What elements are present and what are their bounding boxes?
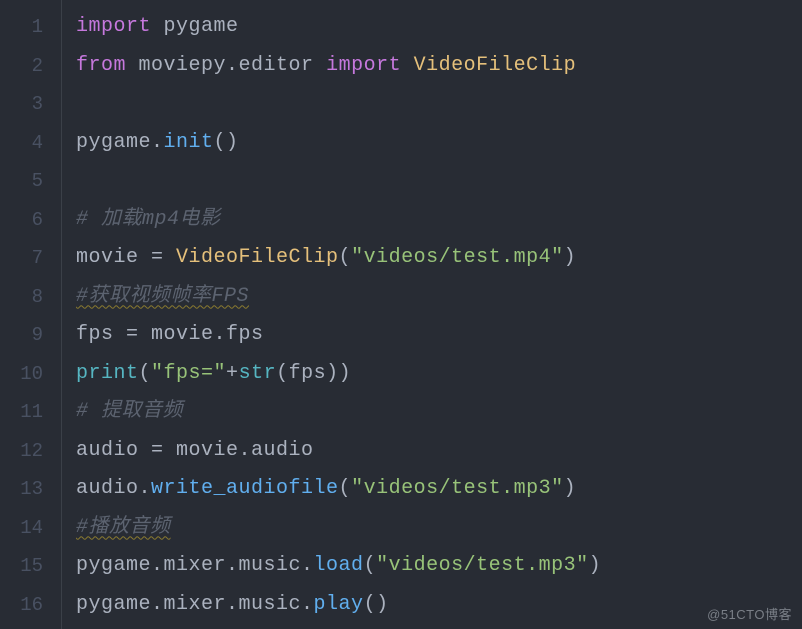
line-number: 5 [0, 162, 61, 201]
line-number: 15 [0, 547, 61, 586]
code-line[interactable]: movie = VideoFileClip("videos/test.mp4") [76, 239, 802, 278]
code-token [126, 54, 139, 77]
code-token: + [226, 362, 239, 385]
code-token: moviepy.editor [139, 54, 314, 77]
code-token: # 提取音频 [76, 400, 183, 423]
code-token: movie = [76, 246, 176, 269]
code-token: ( [139, 362, 152, 385]
code-token: pygame [164, 15, 239, 38]
line-number: 13 [0, 470, 61, 509]
code-area[interactable]: import pygamefrom moviepy.editor import … [62, 0, 802, 629]
code-line[interactable]: audio.write_audiofile("videos/test.mp3") [76, 470, 802, 509]
code-token: str [239, 362, 277, 385]
line-number: 9 [0, 316, 61, 355]
code-token: write_audiofile [151, 477, 339, 500]
code-line[interactable] [76, 162, 802, 201]
line-number: 10 [0, 355, 61, 394]
code-token: "fps=" [151, 362, 226, 385]
code-token: from [76, 54, 126, 77]
code-line[interactable]: pygame.mixer.music.play() [76, 586, 802, 625]
code-token: pygame.mixer.music. [76, 593, 314, 616]
code-token: VideoFileClip [414, 54, 577, 77]
line-number: 1 [0, 8, 61, 47]
code-token: "videos/test.mp4" [351, 246, 564, 269]
line-number: 2 [0, 47, 61, 86]
code-token: play [314, 593, 364, 616]
code-token: pygame. [76, 131, 164, 154]
code-token: pygame.mixer.music. [76, 554, 314, 577]
code-token: VideoFileClip [176, 246, 339, 269]
code-line[interactable]: pygame.mixer.music.load("videos/test.mp3… [76, 547, 802, 586]
line-number: 4 [0, 124, 61, 163]
code-token: "videos/test.mp3" [351, 477, 564, 500]
code-token: ) [564, 477, 577, 500]
code-token: ( [339, 246, 352, 269]
code-token: #获取视频帧率FPS [76, 285, 249, 308]
line-number-gutter: 12345678910111213141516 [0, 0, 62, 629]
code-token: #播放音频 [76, 516, 171, 539]
code-token: fps = movie.fps [76, 323, 264, 346]
code-token: ( [364, 554, 377, 577]
code-token [314, 54, 327, 77]
code-token [401, 54, 414, 77]
code-token: "videos/test.mp3" [376, 554, 589, 577]
code-token: load [314, 554, 364, 577]
code-line[interactable]: print("fps="+str(fps)) [76, 355, 802, 394]
code-line[interactable]: #获取视频帧率FPS [76, 278, 802, 317]
line-number: 8 [0, 278, 61, 317]
code-line[interactable]: audio = movie.audio [76, 432, 802, 471]
code-token: audio = movie.audio [76, 439, 314, 462]
code-token: init [164, 131, 214, 154]
line-number: 14 [0, 509, 61, 548]
line-number: 6 [0, 201, 61, 240]
code-line[interactable]: # 提取音频 [76, 393, 802, 432]
line-number: 3 [0, 85, 61, 124]
code-line[interactable]: fps = movie.fps [76, 316, 802, 355]
code-token: # 加载mp4电影 [76, 208, 221, 231]
code-token: ( [339, 477, 352, 500]
code-token: import [326, 54, 401, 77]
code-line[interactable]: # 加载mp4电影 [76, 201, 802, 240]
code-line[interactable]: import pygame [76, 8, 802, 47]
line-number: 16 [0, 586, 61, 625]
code-token: () [364, 593, 389, 616]
line-number: 12 [0, 432, 61, 471]
watermark: @51CTO博客 [707, 604, 792, 623]
line-number: 7 [0, 239, 61, 278]
code-line[interactable]: #播放音频 [76, 509, 802, 548]
code-token: audio. [76, 477, 151, 500]
code-token: import [76, 15, 151, 38]
code-token: () [214, 131, 239, 154]
code-token: ) [564, 246, 577, 269]
line-number: 11 [0, 393, 61, 432]
code-line[interactable]: pygame.init() [76, 124, 802, 163]
code-line[interactable]: from moviepy.editor import VideoFileClip [76, 47, 802, 86]
code-line[interactable] [76, 85, 802, 124]
code-token: (fps)) [276, 362, 351, 385]
code-editor: 12345678910111213141516 import pygamefro… [0, 0, 802, 629]
code-token [151, 15, 164, 38]
code-token: ) [589, 554, 602, 577]
code-token: print [76, 362, 139, 385]
